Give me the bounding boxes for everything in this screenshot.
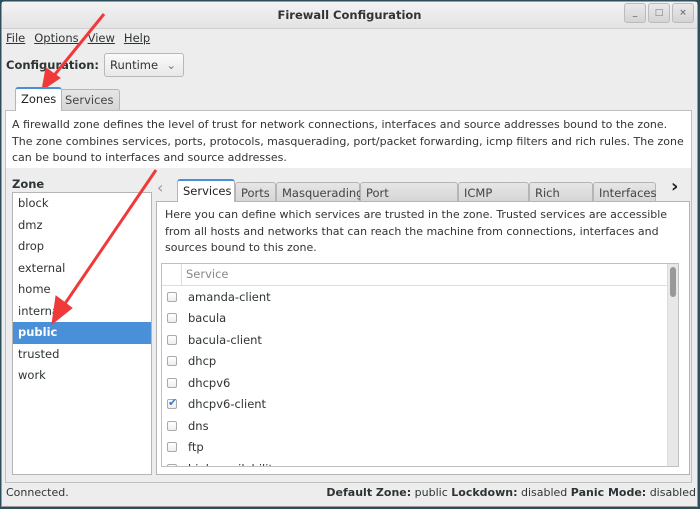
annotation-arrows [41, 13, 158, 326]
tab-zones[interactable]: Zones [15, 87, 63, 111]
annotation-arrow-line [60, 169, 158, 309]
zone-tab-services[interactable]: Services [177, 179, 235, 202]
annotation-arrow-line [50, 13, 106, 79]
